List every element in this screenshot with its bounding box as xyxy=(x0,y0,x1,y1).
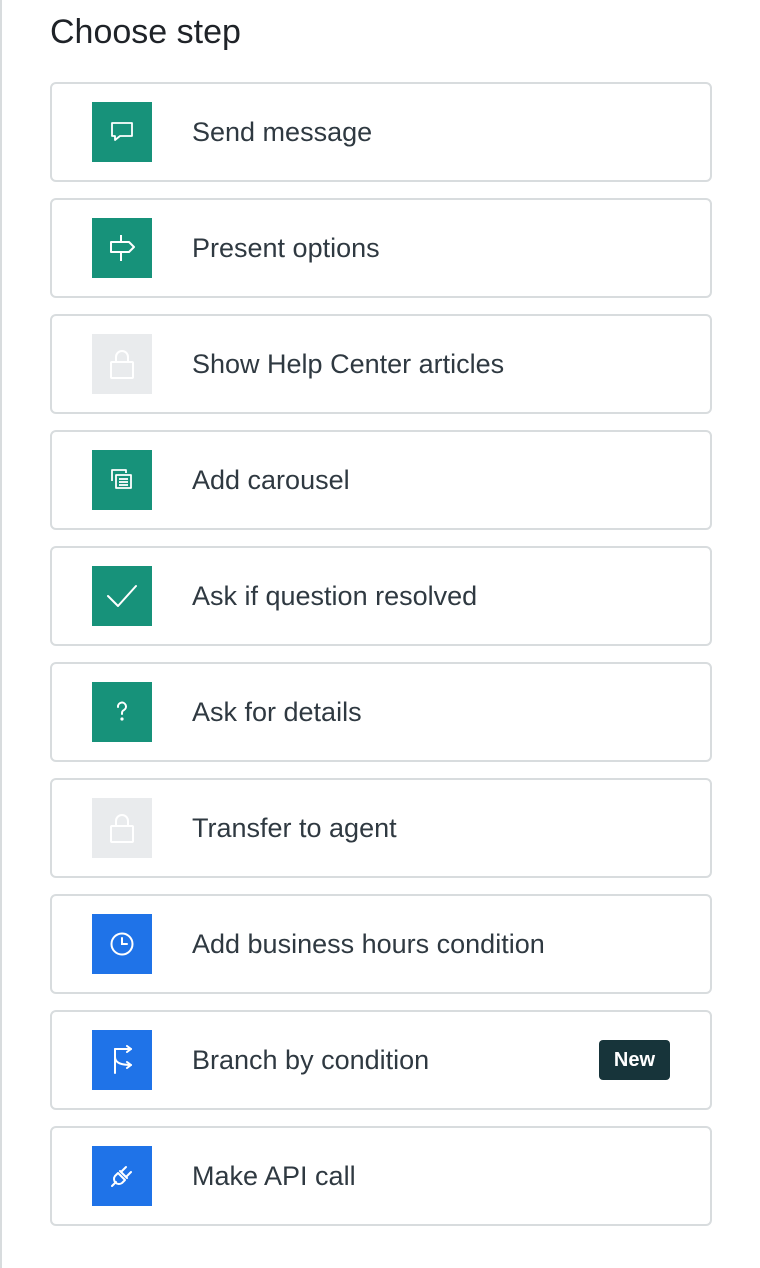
step-label: Ask if question resolved xyxy=(192,581,478,611)
step-show-help-center-articles[interactable]: Show Help Center articles xyxy=(50,314,712,414)
chat-bubble-icon xyxy=(92,102,152,162)
step-label: Add business hours condition xyxy=(192,929,545,959)
step-label: Show Help Center articles xyxy=(192,349,505,379)
checkmark-icon xyxy=(92,566,152,626)
clock-icon xyxy=(92,914,152,974)
step-label: Branch by condition xyxy=(192,1045,430,1075)
step-branch-by-condition[interactable]: Branch by condition New xyxy=(50,1010,712,1110)
step-label: Send message xyxy=(192,117,373,147)
step-list: Send message Present options Show Help C… xyxy=(50,82,712,1242)
step-transfer-to-agent[interactable]: Transfer to agent xyxy=(50,778,712,878)
new-badge: New xyxy=(598,1040,670,1080)
choose-step-panel: Choose step Send message Present options xyxy=(0,0,760,1268)
step-send-message[interactable]: Send message xyxy=(50,82,712,182)
step-label: Make API call xyxy=(192,1161,356,1191)
step-label: Transfer to agent xyxy=(192,813,397,843)
panel-title: Choose step xyxy=(50,13,241,51)
plug-icon xyxy=(92,1146,152,1206)
step-add-business-hours-condition[interactable]: Add business hours condition xyxy=(50,894,712,994)
lock-icon xyxy=(92,798,152,858)
lock-icon xyxy=(92,334,152,394)
question-mark-icon xyxy=(92,682,152,742)
step-present-options[interactable]: Present options xyxy=(50,198,712,298)
step-label: Present options xyxy=(192,233,380,263)
step-label: Ask for details xyxy=(192,697,362,727)
carousel-icon xyxy=(92,450,152,510)
step-label: Add carousel xyxy=(192,465,350,495)
branch-icon xyxy=(92,1030,152,1090)
step-add-carousel[interactable]: Add carousel xyxy=(50,430,712,530)
step-make-api-call[interactable]: Make API call xyxy=(50,1126,712,1226)
step-ask-for-details[interactable]: Ask for details xyxy=(50,662,712,762)
step-ask-if-question-resolved[interactable]: Ask if question resolved xyxy=(50,546,712,646)
signpost-icon xyxy=(92,218,152,278)
